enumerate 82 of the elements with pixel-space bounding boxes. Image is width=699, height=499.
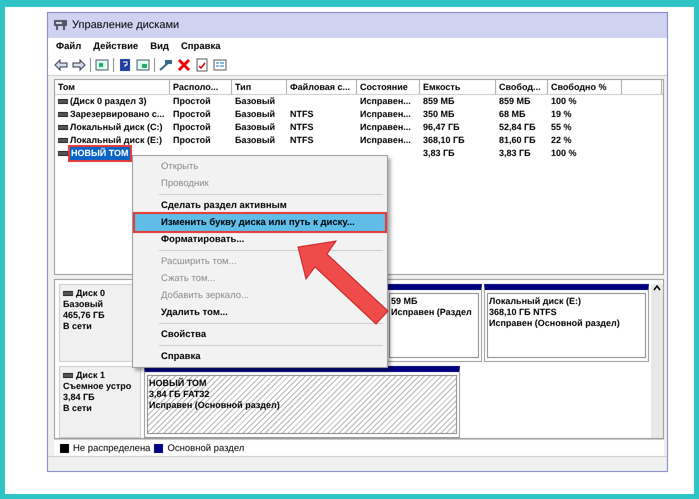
context-menu-item[interactable]: Сделать раздел активным — [135, 197, 291, 214]
menu-item[interactable]: Файл — [56, 40, 82, 54]
volume-name[interactable]: Зарезервировано с... — [70, 108, 164, 122]
window-title: Управление дисками — [72, 19, 180, 32]
column-header[interactable]: Свобод... — [496, 80, 548, 94]
drive-icon — [63, 372, 73, 378]
table-cell: 859 МБ — [423, 95, 454, 108]
volume-name[interactable]: НОВЫЙ ТОМ — [70, 147, 130, 160]
table-cell: 3,83 ГБ — [423, 147, 455, 160]
disk-name: Диск 1 — [76, 370, 105, 380]
table-cell: Простой — [173, 121, 211, 134]
table-cell: 19 % — [551, 108, 572, 122]
table-cell: Базовый — [235, 134, 276, 148]
partition-title: Локальный диск (E:) — [489, 296, 582, 306]
disk-status: В сети — [63, 403, 93, 414]
partition-info: 59 МБ — [391, 296, 418, 306]
partition-info: 3,84 ГБ FAT32 — [149, 389, 210, 400]
column-header[interactable]: Состояние — [357, 80, 420, 94]
legend-label: Не распределена — [73, 442, 150, 454]
partition-info: 368,10 ГБ NTFS — [489, 307, 558, 318]
table-cell: Исправен... — [360, 95, 411, 108]
table-cell: Простой — [173, 95, 211, 108]
scrollbar[interactable] — [651, 284, 663, 438]
disk-type: Базовый — [63, 299, 104, 310]
menu-item[interactable]: Вид — [150, 40, 169, 54]
table-cell: Базовый — [235, 95, 276, 108]
column-header[interactable]: Тип — [232, 80, 287, 94]
table-cell: 100 % — [551, 95, 577, 108]
table-cell: Исправен... — [360, 108, 411, 122]
table-cell: Базовый — [235, 121, 276, 134]
column-header[interactable]: Емкость — [420, 80, 496, 94]
table-cell: Простой — [173, 134, 211, 148]
disk-name: Диск 0 — [76, 288, 105, 298]
help-icon[interactable] — [118, 58, 132, 72]
column-header[interactable]: Том — [55, 80, 170, 94]
table-cell: 55 % — [551, 121, 572, 134]
forward-icon[interactable] — [72, 58, 86, 72]
back-icon[interactable] — [54, 58, 68, 72]
table-cell: 350 МБ — [423, 108, 454, 122]
partition-info: Исправен (Раздел — [391, 307, 473, 318]
disk-type: Съемное устро — [63, 381, 132, 392]
table-cell: 22 % — [551, 134, 572, 148]
table-cell: 81,60 ГБ — [499, 134, 536, 148]
disk-size: 3,84 ГБ — [63, 392, 96, 402]
disk-size: 465,76 ГБ — [63, 310, 106, 320]
table-cell: 68 МБ — [499, 108, 526, 122]
legend-label: Основной раздел — [167, 442, 244, 454]
context-menu-item[interactable]: Форматировать... — [135, 231, 248, 248]
context-menu-item[interactable]: Изменить букву диска или путь к диску... — [135, 214, 385, 231]
volume-name[interactable]: (Диск 0 раздел 3) — [70, 95, 146, 108]
menu-item[interactable]: Справка — [180, 40, 221, 54]
table-cell: 859 МБ — [499, 95, 530, 108]
table-cell: Простой — [173, 108, 211, 122]
table-cell: NTFS — [290, 108, 314, 122]
table-cell: NTFS — [290, 134, 314, 148]
table-cell: 368,10 ГБ — [423, 134, 465, 148]
column-header[interactable]: Располо... — [170, 80, 232, 94]
menu-item[interactable]: Действие — [93, 40, 138, 54]
drive-icon — [63, 290, 73, 296]
check-document-icon[interactable] — [195, 58, 209, 72]
table-cell: Базовый — [235, 108, 276, 122]
scroll-up-icon[interactable] — [653, 284, 661, 292]
table-cell: Исправен... — [360, 121, 411, 134]
table-cell: Исправен... — [360, 134, 411, 148]
table-cell: 100 % — [551, 147, 577, 160]
disk-label[interactable]: Диск 1 Съемное устро 3,84 ГБ В сети — [59, 366, 141, 438]
column-header[interactable]: Файловая с... — [287, 80, 357, 94]
partition-info: Исправен (Основной раздел) — [489, 318, 621, 328]
table-cell: 96,47 ГБ — [423, 121, 460, 134]
volume-name[interactable]: Локальный диск (E:) — [70, 134, 162, 148]
disk-status: В сети — [63, 321, 93, 332]
table-cell: 52,84 ГБ — [499, 121, 536, 134]
table-cell: NTFS — [290, 121, 314, 134]
volume-name[interactable]: Локальный диск (C:) — [70, 121, 162, 134]
partition-title: НОВЫЙ ТОМ — [149, 378, 208, 388]
column-header[interactable]: Свободно % — [548, 80, 622, 94]
partition-info: Исправен (Основной раздел) — [149, 400, 281, 410]
partition[interactable]: НОВЫЙ ТОМ 3,84 ГБ FAT32 Исправен (Основной раздел) — [144, 366, 460, 438]
disk-management-icon — [54, 19, 67, 32]
properties-list-icon[interactable] — [213, 58, 227, 72]
delete-icon[interactable] — [177, 58, 191, 72]
table-cell: 3,83 ГБ — [499, 147, 531, 160]
